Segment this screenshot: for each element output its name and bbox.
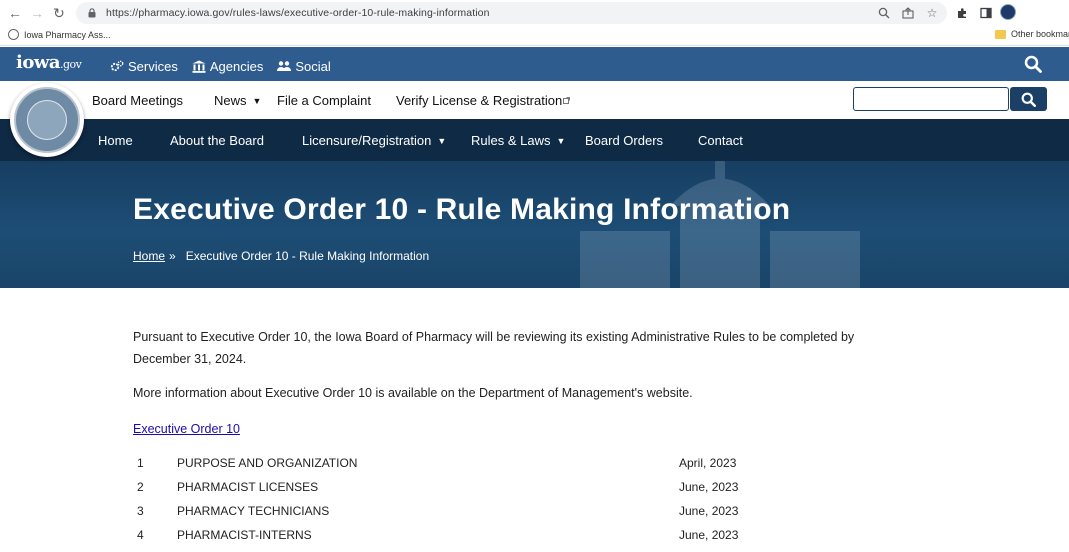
extensions-icon[interactable] xyxy=(952,3,972,23)
main-nav: Home About the Board Licensure/Registrat… xyxy=(0,119,1069,161)
bookmark-label: Iowa Pharmacy Ass... xyxy=(24,29,111,40)
main-content: Pursuant to Executive Order 10, the Iowa… xyxy=(133,326,893,440)
rule-date: April, 2023 xyxy=(679,456,737,470)
rule-date: June, 2023 xyxy=(679,528,739,542)
side-panel-icon[interactable] xyxy=(976,3,996,23)
other-bookmarks-label: Other bookmarks xyxy=(1011,29,1069,39)
caret-down-icon: ▼ xyxy=(252,95,262,106)
caret-down-icon: ▼ xyxy=(556,135,566,146)
main-nav-rules-laws[interactable]: Rules & Laws ▼ xyxy=(471,133,565,148)
nav-board-meetings[interactable]: Board Meetings xyxy=(92,93,183,108)
rule-title: PHARMACIST LICENSES xyxy=(177,480,319,494)
intro-paragraph: Pursuant to Executive Order 10, the Iowa… xyxy=(133,330,855,366)
main-nav-rules-label: Rules & Laws xyxy=(471,133,551,148)
folder-icon xyxy=(995,29,1006,39)
bookmark-star-icon[interactable]: ☆ xyxy=(923,4,941,22)
building-icon xyxy=(192,60,206,73)
breadcrumb-separator: » xyxy=(169,249,176,263)
site-search-button[interactable] xyxy=(1010,87,1047,111)
nav-news-label: News xyxy=(214,93,247,108)
share-icon[interactable] xyxy=(899,4,917,22)
nav-news[interactable]: News ▼ xyxy=(214,93,261,108)
gov-link-label: Services xyxy=(128,59,178,74)
address-bar[interactable]: https://pharmacy.iowa.gov/rules-laws/exe… xyxy=(76,2,947,24)
gov-link-label: Agencies xyxy=(209,59,264,74)
rule-number: 3 xyxy=(137,504,144,518)
rules-table: 1 PURPOSE AND ORGANIZATION April, 2023 2… xyxy=(137,452,757,548)
main-nav-licensure[interactable]: Licensure/Registration ▼ xyxy=(302,133,446,148)
main-nav-home[interactable]: Home xyxy=(98,133,133,148)
main-nav-about[interactable]: About the Board xyxy=(170,133,264,148)
rule-date: June, 2023 xyxy=(679,504,739,518)
executive-order-10-link[interactable]: Executive Order 10 xyxy=(133,418,240,440)
browser-toolbar: ← → ↻ https://pharmacy.iowa.gov/rules-la… xyxy=(0,0,1069,26)
table-row: 1 PURPOSE AND ORGANIZATION April, 2023 xyxy=(137,452,757,476)
lock-icon[interactable] xyxy=(84,8,100,18)
nav-verify-label: Verify License & Registration xyxy=(396,93,563,108)
caret-down-icon: ▼ xyxy=(437,135,447,146)
url-text[interactable]: https://pharmacy.iowa.gov/rules-laws/exe… xyxy=(106,7,490,19)
search-icon[interactable] xyxy=(1024,55,1042,73)
site-search-input[interactable] xyxy=(853,87,1009,111)
logo-suffix: .gov xyxy=(60,58,82,71)
back-icon[interactable]: ← xyxy=(4,2,26,24)
reload-icon[interactable]: ↻ xyxy=(48,2,70,24)
rule-title: PHARMACIST-INTERNS xyxy=(177,528,312,542)
nav-file-complaint[interactable]: File a Complaint xyxy=(277,93,371,108)
rule-date: June, 2023 xyxy=(679,480,739,494)
profile-avatar[interactable] xyxy=(1000,4,1016,20)
table-row: 4 PHARMACIST-INTERNS June, 2023 xyxy=(137,524,757,548)
gov-link-label: Social xyxy=(295,59,331,74)
iowa-gov-bar: iowa.gov Services Agencies Social xyxy=(0,47,1069,81)
board-of-pharmacy-seal[interactable] xyxy=(10,83,84,157)
iowa-gov-logo[interactable]: iowa.gov xyxy=(16,52,82,73)
zoom-icon[interactable] xyxy=(875,4,893,22)
breadcrumb: Home » Executive Order 10 - Rule Making … xyxy=(133,249,429,263)
external-link-icon xyxy=(563,97,571,104)
main-nav-licensure-label: Licensure/Registration xyxy=(302,133,432,148)
rule-number: 2 xyxy=(137,480,144,494)
bookmark-iowa-pharmacy[interactable]: Iowa Pharmacy Ass... xyxy=(8,29,111,40)
table-row: 3 PHARMACY TECHNICIANS June, 2023 xyxy=(137,500,757,524)
gears-icon xyxy=(110,60,124,72)
rule-title: PURPOSE AND ORGANIZATION xyxy=(177,456,358,470)
page-hero: Executive Order 10 - Rule Making Informa… xyxy=(0,161,1069,288)
main-nav-contact[interactable]: Contact xyxy=(698,133,743,148)
search-icon xyxy=(1021,92,1036,107)
breadcrumb-home-link[interactable]: Home xyxy=(133,249,165,263)
gov-link-agencies[interactable]: Agencies xyxy=(192,59,263,74)
seal-ring xyxy=(14,87,80,153)
people-icon xyxy=(277,61,292,71)
breadcrumb-current: Executive Order 10 - Rule Making Informa… xyxy=(185,249,430,263)
gov-link-social[interactable]: Social xyxy=(277,59,331,74)
logo-text: iowa xyxy=(16,52,61,73)
mortar-pestle-icon xyxy=(27,100,67,140)
rule-title: PHARMACY TECHNICIANS xyxy=(177,504,330,518)
globe-icon xyxy=(8,29,19,40)
main-nav-board-orders[interactable]: Board Orders xyxy=(585,133,663,148)
table-row: 2 PHARMACIST LICENSES June, 2023 xyxy=(137,476,757,500)
rule-number: 1 xyxy=(137,456,144,470)
info-paragraph: More information about Executive Order 1… xyxy=(133,386,693,400)
page-title: Executive Order 10 - Rule Making Informa… xyxy=(133,193,791,226)
rule-number: 4 xyxy=(137,528,144,542)
other-bookmarks[interactable]: Other bookmarks xyxy=(995,29,1069,39)
nav-verify-license[interactable]: Verify License & Registration xyxy=(396,93,571,108)
bookmarks-bar: Iowa Pharmacy Ass... Other bookmarks xyxy=(0,26,1069,46)
forward-icon[interactable]: → xyxy=(26,2,48,24)
gov-link-services[interactable]: Services xyxy=(110,59,178,74)
